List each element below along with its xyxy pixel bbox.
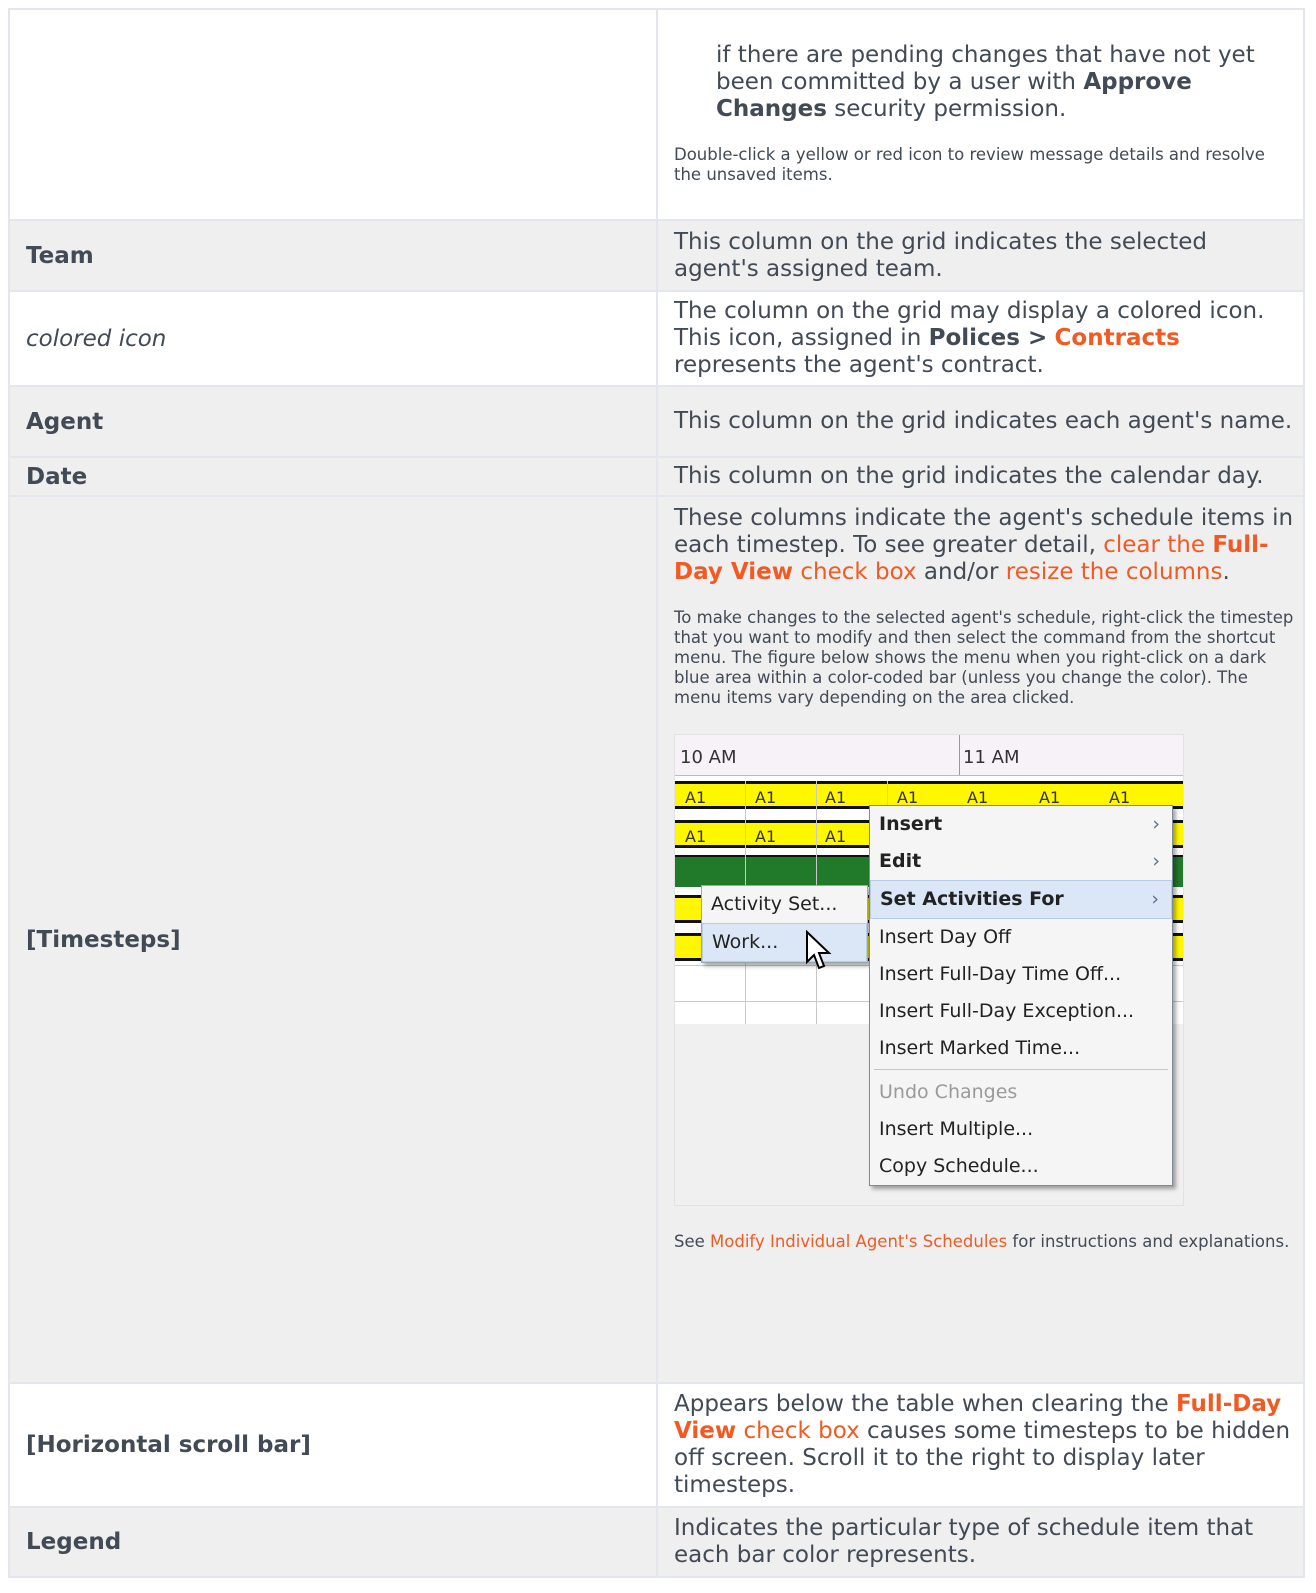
menu-item-undo-changes: Undo Changes <box>870 1074 1172 1111</box>
menu-item-insert-multiple[interactable]: Insert Multiple... <box>870 1111 1172 1148</box>
field-label-hscroll: [Horizontal scroll bar] <box>8 1382 658 1508</box>
field-description-table: if there are pending changes that have n… <box>8 8 1305 1578</box>
indented-paragraph: if there are pending changes that have n… <box>674 42 1295 123</box>
mouse-cursor-icon <box>806 930 832 970</box>
table-row: colored icon The column on the grid may … <box>8 290 1305 387</box>
menu-item-activity-set[interactable]: Activity Set... <box>702 886 867 923</box>
table-row: if there are pending changes that have n… <box>8 8 1305 221</box>
menu-item-insert-day-off[interactable]: Insert Day Off <box>870 919 1172 956</box>
context-menu-screenshot: 10 AM 11 AM A1 A1 A1 A1 A1 A1 A1 A1 A1 A… <box>674 734 1184 1206</box>
menu-item-label: Edit <box>879 850 922 872</box>
field-label-team: Team <box>8 219 658 292</box>
field-desc-hscroll: Appears below the table when clearing th… <box>656 1382 1305 1508</box>
note-text: Double-click a yellow or red icon to rev… <box>674 145 1265 184</box>
chevron-right-icon: › <box>1151 888 1159 910</box>
menu-item-insert[interactable]: Insert › <box>870 806 1172 843</box>
modify-schedules-link[interactable]: Modify Individual Agent's Schedules <box>710 1232 1007 1251</box>
menu-item-edit[interactable]: Edit › <box>870 843 1172 880</box>
field-desc-colored-icon: The column on the grid may display a col… <box>656 290 1305 387</box>
field-label-date: Date <box>8 456 658 497</box>
chevron-right-icon: › <box>1152 813 1160 835</box>
table-row: Date This column on the grid indicates t… <box>8 456 1305 497</box>
field-desc-team: This column on the grid indicates the se… <box>656 219 1305 292</box>
menu-item-label: Insert <box>879 813 943 835</box>
field-desc-agent: This column on the grid indicates each a… <box>656 385 1305 458</box>
time-label-11am: 11 AM <box>963 747 1020 768</box>
description-cell: if there are pending changes that have n… <box>656 8 1305 221</box>
table-row: Team This column on the grid indicates t… <box>8 219 1305 292</box>
field-label-colored-icon: colored icon <box>8 290 658 387</box>
context-menu: Insert › Edit › Set Activities For › Insert… <box>869 805 1173 1186</box>
menu-item-label: Set Activities For <box>880 888 1064 910</box>
field-label-timesteps: [Timesteps] <box>8 495 658 1384</box>
menu-separator <box>874 1069 1168 1070</box>
menu-item-copy-schedule[interactable]: Copy Schedule... <box>870 1148 1172 1185</box>
menu-item-insert-full-day-exception[interactable]: Insert Full-Day Exception... <box>870 993 1172 1030</box>
bar-label: A1 <box>825 827 847 846</box>
chevron-right-icon: › <box>1152 850 1160 872</box>
field-label-legend: Legend <box>8 1506 658 1578</box>
menu-item-label: Insert Multiple... <box>879 1118 1034 1140</box>
field-desc-date: This column on the grid indicates the ca… <box>656 456 1305 497</box>
contracts-link[interactable]: Contracts <box>1055 325 1180 351</box>
table-row: [Timesteps] These columns indicate the a… <box>8 495 1305 1384</box>
menu-item-label: Insert Marked Time... <box>879 1037 1081 1059</box>
field-label-agent: Agent <box>8 385 658 458</box>
desc-text: Appears below the table when clearing th… <box>674 1391 1176 1417</box>
menu-item-label: Insert Full-Day Time Off... <box>879 963 1122 985</box>
field-desc-legend: Indicates the particular type of schedul… <box>656 1506 1305 1578</box>
bar-label: A1 <box>685 788 707 807</box>
menu-item-insert-full-day-time-off[interactable]: Insert Full-Day Time Off... <box>870 956 1172 993</box>
see-also-paragraph: See Modify Individual Agent's Schedules … <box>674 1232 1295 1252</box>
menu-item-set-activities-for[interactable]: Set Activities For › <box>870 880 1172 919</box>
paragraph-text: security permission. <box>826 96 1067 122</box>
label-cell-empty <box>8 8 658 221</box>
table-row: Agent This column on the grid indicates … <box>8 385 1305 458</box>
time-header: 10 AM 11 AM <box>675 735 1183 776</box>
link-text: clear the <box>1103 532 1213 558</box>
table-row: [Horizontal scroll bar] Appears below th… <box>8 1382 1305 1508</box>
bar-label: A1 <box>825 788 847 807</box>
menu-item-label: Work... <box>712 931 779 953</box>
right-click-instructions: To make changes to the selected agent's … <box>674 608 1294 707</box>
menu-path-policies: Polices > <box>928 325 1048 351</box>
desc-text: and/or <box>916 559 1006 585</box>
menu-item-label: Insert Day Off <box>879 926 1012 948</box>
menu-item-label: Insert Full-Day Exception... <box>879 1000 1135 1022</box>
bar-label: A1 <box>685 827 707 846</box>
menu-item-insert-marked-time[interactable]: Insert Marked Time... <box>870 1030 1172 1067</box>
menu-item-work[interactable]: Work... <box>702 923 867 962</box>
menu-item-label: Activity Set... <box>711 893 838 915</box>
desc-text: See <box>674 1232 711 1251</box>
time-label-10am: 10 AM <box>680 747 737 768</box>
desc-text: for instructions and explanations. <box>1007 1232 1290 1251</box>
bar-label: A1 <box>755 788 777 807</box>
bar-label: A1 <box>755 827 777 846</box>
context-submenu: Activity Set... Work... <box>701 885 868 963</box>
menu-item-label: Copy Schedule... <box>879 1155 1039 1177</box>
link-text: check box <box>736 1418 860 1444</box>
field-desc-timesteps: These columns indicate the agent's sched… <box>656 495 1305 1384</box>
table-row: Legend Indicates the particular type of … <box>8 1506 1305 1578</box>
link-text: check box <box>793 559 917 585</box>
timesteps-paragraph: These columns indicate the agent's sched… <box>674 505 1295 586</box>
menu-item-label: Undo Changes <box>879 1081 1018 1103</box>
desc-text: . <box>1222 559 1230 585</box>
resize-columns-link[interactable]: resize the columns <box>1006 559 1223 585</box>
desc-text: represents the agent's contract. <box>674 352 1044 378</box>
